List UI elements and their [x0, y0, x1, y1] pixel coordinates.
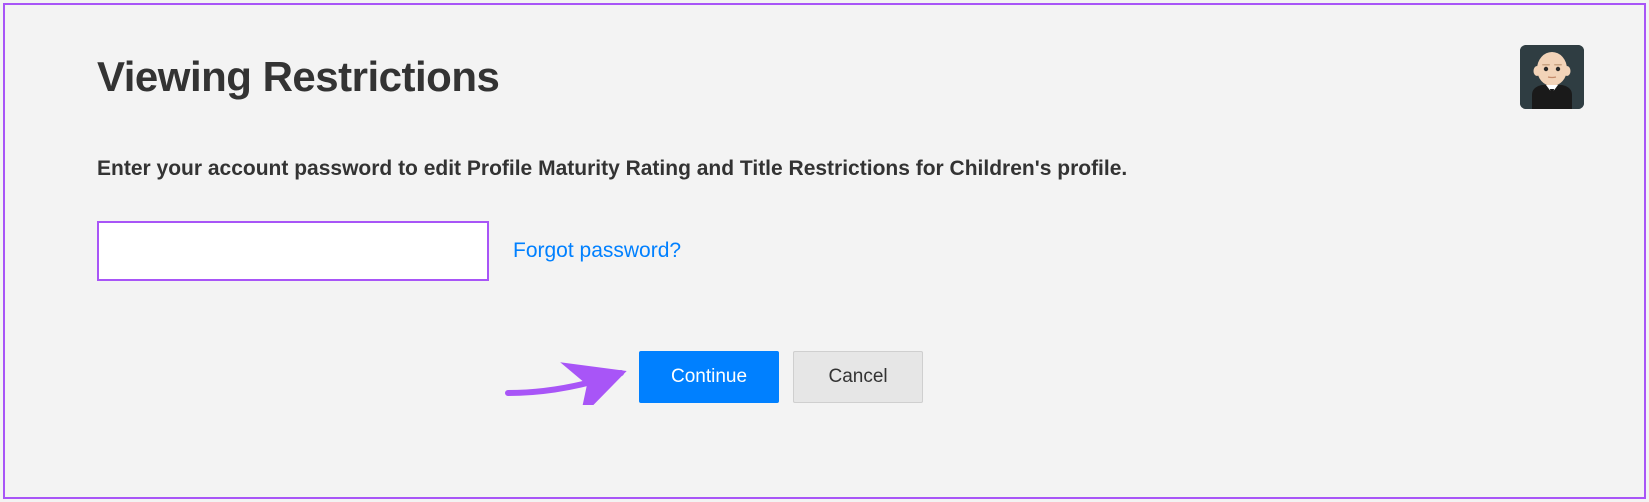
forgot-password-link[interactable]: Forgot password? — [513, 239, 681, 263]
content-area: Viewing Restrictions Enter your account … — [5, 5, 1644, 281]
continue-button[interactable]: Continue — [639, 351, 779, 403]
arrow-annotation-icon — [503, 345, 643, 405]
page-frame: Viewing Restrictions Enter your account … — [3, 3, 1646, 499]
password-input[interactable] — [97, 221, 489, 281]
button-row: Continue Cancel — [639, 351, 923, 403]
instruction-text: Enter your account password to edit Prof… — [97, 157, 1552, 181]
page-title: Viewing Restrictions — [97, 53, 1552, 101]
password-row: Forgot password? — [97, 221, 1552, 281]
cancel-button[interactable]: Cancel — [793, 351, 923, 403]
profile-avatar[interactable] — [1520, 45, 1584, 109]
avatar-icon — [1520, 45, 1584, 109]
